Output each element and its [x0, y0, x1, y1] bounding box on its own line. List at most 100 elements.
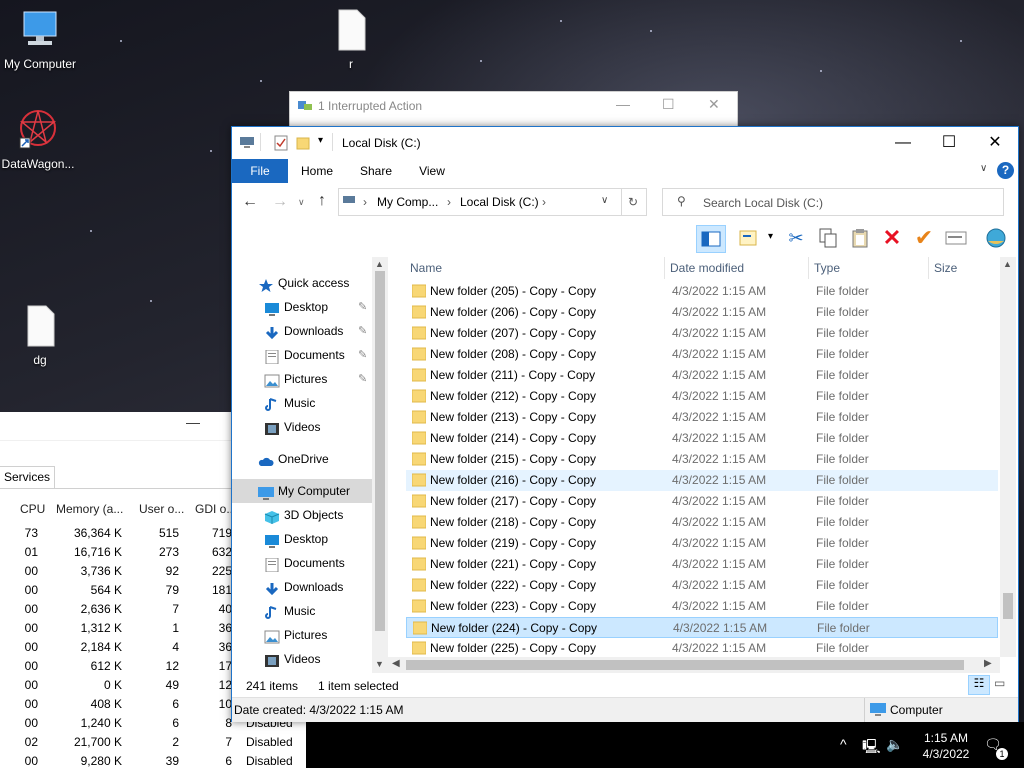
process-row[interactable]: 00 612 K 12 17 [0, 657, 232, 676]
search-input[interactable]: ⚲ Search Local Disk (C:) [662, 188, 1004, 216]
large-icons-view-button[interactable]: ▭ [994, 676, 1005, 690]
chevron-down-icon[interactable]: ∨ [980, 163, 987, 174]
column-header-memory[interactable]: Memory (a... [56, 502, 123, 516]
scrollbar-thumb[interactable] [375, 271, 385, 631]
nav-item-pictures[interactable]: Pictures ✎ [232, 367, 372, 391]
column-header-date[interactable]: Date modified [670, 257, 744, 279]
minimize-button[interactable]: — [616, 96, 630, 112]
chevron-down-icon[interactable]: ▾ [768, 231, 773, 242]
details-view-button[interactable]: ☷ [968, 675, 990, 695]
preview-pane-button[interactable] [696, 225, 726, 253]
share-button[interactable] [982, 225, 1010, 251]
scroll-down-arrow-icon[interactable]: ▼ [375, 659, 384, 669]
paste-button[interactable] [846, 225, 874, 251]
file-row[interactable]: New folder (205) - Copy - Copy 4/3/2022 1… [406, 281, 998, 302]
forward-arrow-icon[interactable]: → [272, 193, 288, 211]
close-button[interactable]: ✕ [972, 127, 1018, 159]
close-button[interactable]: ✕ [708, 96, 720, 113]
column-header-name[interactable]: Name [410, 257, 442, 279]
copy-button[interactable] [814, 225, 842, 251]
column-header-gdi-objects[interactable]: GDI o... [195, 502, 232, 516]
nav-item-onedrive[interactable]: OneDrive [232, 447, 372, 471]
process-row[interactable]: 00 408 K 6 10 [0, 695, 232, 714]
process-row[interactable]: 00 564 K 79 181 [0, 581, 232, 600]
tab-file[interactable]: File [232, 159, 288, 183]
nav-item-downloads[interactable]: Downloads ✎ [232, 319, 372, 343]
nav-item-3d-objects[interactable]: 3D Objects [232, 503, 372, 527]
scroll-up-arrow-icon[interactable]: ▲ [1003, 259, 1012, 269]
help-icon[interactable]: ? [997, 162, 1014, 179]
network-icon[interactable]: 🖳 [862, 736, 881, 760]
select-button[interactable] [942, 225, 970, 251]
file-row[interactable]: New folder (213) - Copy - Copy 4/3/2022 1… [406, 407, 998, 428]
file-row[interactable]: New folder (211) - Copy - Copy 4/3/2022 1… [406, 365, 998, 386]
tab-home[interactable]: Home [296, 159, 338, 183]
file-row[interactable]: New folder (221) - Copy - Copy 4/3/2022 1… [406, 554, 998, 575]
refresh-button[interactable]: ↻ [620, 188, 647, 216]
file-row[interactable]: New folder (223) - Copy - Copy 4/3/2022 1… [406, 596, 998, 617]
nav-item-quick-access[interactable]: Quick access [232, 271, 372, 295]
file-row[interactable]: New folder (208) - Copy - Copy 4/3/2022 1… [406, 344, 998, 365]
desktop-icon-my-computer[interactable]: My Computer [0, 8, 80, 71]
pin-icon[interactable]: ✎ [358, 343, 367, 367]
nav-item-videos[interactable]: Videos [232, 647, 372, 671]
process-row[interactable]: 00 0 K 49 12 [0, 676, 232, 695]
file-row[interactable]: New folder (218) - Copy - Copy 4/3/2022 1… [406, 512, 998, 533]
properties-icon[interactable] [274, 135, 288, 151]
file-list-scrollbar[interactable]: ▲ [1000, 257, 1016, 657]
nav-item-desktop[interactable]: Desktop ✎ [232, 295, 372, 319]
nav-item-pictures[interactable]: Pictures [232, 623, 372, 647]
nav-item-videos[interactable]: Videos [232, 415, 372, 439]
maximize-button[interactable]: ☐ [926, 127, 972, 159]
chevron-down-icon[interactable]: ∨ [601, 195, 608, 206]
file-row[interactable]: New folder (206) - Copy - Copy 4/3/2022 1… [406, 302, 998, 323]
pin-icon[interactable]: ✎ [358, 295, 367, 319]
process-row[interactable]: 00 2,636 K 7 40 [0, 600, 232, 619]
up-arrow-icon[interactable]: ↑ [318, 192, 326, 210]
cut-button[interactable]: ✂ [782, 225, 810, 251]
nav-item-desktop[interactable]: Desktop [232, 527, 372, 551]
scrollbar-thumb[interactable] [1003, 593, 1013, 619]
file-row[interactable]: New folder (215) - Copy - Copy 4/3/2022 1… [406, 449, 998, 470]
chevron-down-icon[interactable]: ▾ [318, 135, 323, 146]
file-row[interactable]: New folder (225) - Copy - Copy 4/3/2022 1… [406, 638, 998, 657]
file-row[interactable]: New folder (216) - Copy - Copy 4/3/2022 1… [406, 470, 998, 491]
nav-item-my-computer[interactable]: My Computer [232, 479, 372, 503]
new-folder-icon[interactable] [296, 136, 310, 150]
nav-item-music[interactable]: Music [232, 599, 372, 623]
file-row[interactable]: New folder (212) - Copy - Copy 4/3/2022 1… [406, 386, 998, 407]
breadcrumb-my-computer[interactable]: My Comp... [377, 195, 438, 209]
process-row[interactable]: 00 2,184 K 4 36 [0, 638, 232, 657]
chevron-up-icon[interactable]: ^ [840, 736, 847, 752]
pin-icon[interactable]: ✎ [358, 319, 367, 343]
column-divider[interactable] [928, 257, 929, 279]
column-header-size[interactable]: Size [934, 257, 957, 279]
scroll-right-arrow-icon[interactable]: ▶ [984, 658, 992, 669]
properties-button[interactable] [734, 225, 762, 251]
tab-share[interactable]: Share [354, 159, 398, 183]
column-header-cpu[interactable]: CPU [20, 502, 45, 516]
column-header-type[interactable]: Type [814, 257, 840, 279]
file-row[interactable]: New folder (214) - Copy - Copy 4/3/2022 1… [406, 428, 998, 449]
file-row[interactable]: New folder (217) - Copy - Copy 4/3/2022 1… [406, 491, 998, 512]
process-row[interactable]: 01 16,716 K 273 632 [0, 543, 232, 562]
nav-item-music[interactable]: Music [232, 391, 372, 415]
back-arrow-icon[interactable]: ← [242, 193, 258, 211]
delete-button[interactable]: ✕ [878, 225, 906, 251]
file-row[interactable]: New folder (207) - Copy - Copy 4/3/2022 1… [406, 323, 998, 344]
process-row[interactable]: 00 3,736 K 92 225 [0, 562, 232, 581]
chevron-down-icon[interactable]: ∨ [298, 197, 305, 208]
desktop-icon-dg[interactable]: dg [0, 304, 80, 367]
nav-item-documents[interactable]: Documents [232, 551, 372, 575]
desktop-icon-datawagon[interactable]: DataWagon... [0, 108, 78, 171]
file-row[interactable]: New folder (222) - Copy - Copy 4/3/2022 1… [406, 575, 998, 596]
process-row[interactable]: 00 1,240 K 6 8 [0, 714, 232, 733]
file-row[interactable]: New folder (219) - Copy - Copy 4/3/2022 1… [406, 533, 998, 554]
minimize-button[interactable]: — [880, 127, 926, 159]
column-divider[interactable] [664, 257, 665, 279]
clock[interactable]: 1:15 AM 4/3/2022 [916, 730, 976, 762]
desktop-icon-r[interactable]: r [311, 8, 391, 71]
process-row[interactable]: 00 9,280 K 39 6 [0, 752, 232, 768]
minimize-button[interactable]: — [186, 414, 200, 430]
file-row[interactable]: New folder (224) - Copy - Copy 4/3/2022 1… [406, 617, 998, 638]
